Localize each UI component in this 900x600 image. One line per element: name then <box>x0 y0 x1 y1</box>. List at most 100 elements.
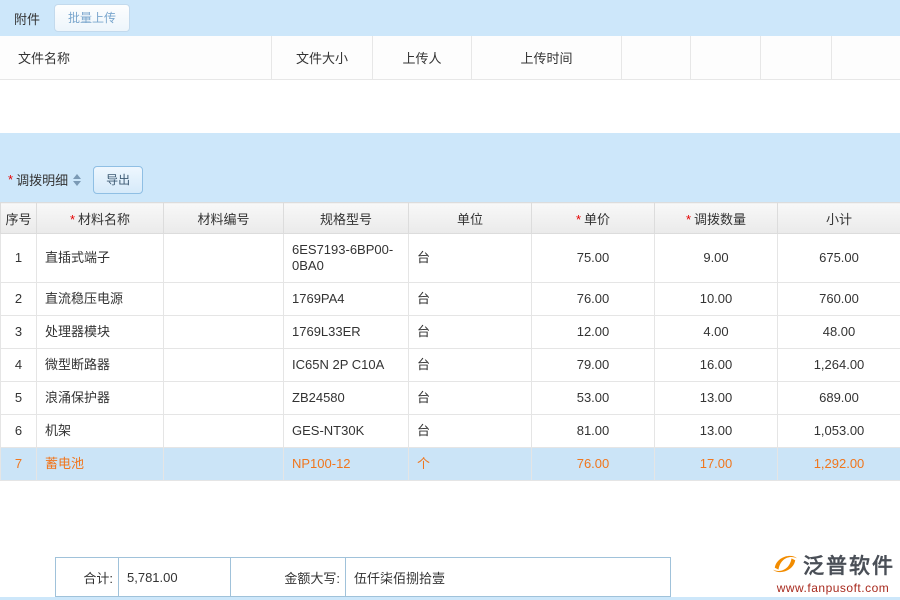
detail-toolbar: * 调拨明细 导出 <box>0 157 900 202</box>
summary-box: 合计: 5,781.00 金额大写: 伍仟柒佰捌拾壹 <box>55 557 671 597</box>
table-row[interactable]: 5浪涌保护器 ZB24580台53.0013.00689.00 <box>1 382 900 415</box>
table-row[interactable]: 4微型断路器IC65N 2P C10A台79.0016.001,264.00 <box>1 349 900 382</box>
cell-no: 4 <box>1 349 37 382</box>
attachments-table: 文件名称文件大小上传人上传时间 <box>0 36 900 133</box>
cell-spec: 1769PA4 <box>284 283 409 316</box>
detail-section-title: 调拨明细 <box>16 170 68 189</box>
cell-price: 76.00 <box>532 283 655 316</box>
required-mark: * <box>8 172 13 187</box>
total-label: 合计: <box>56 558 118 596</box>
cell-code <box>164 415 284 448</box>
cell-price: 81.00 <box>532 415 655 448</box>
required-mark: * <box>686 212 691 227</box>
brand-watermark: 泛普软件 www.fanpusoft.com <box>771 550 895 595</box>
cell-spec: 6ES7193-6BP00-0BA0 <box>284 234 409 283</box>
cell-price: 76.00 <box>532 448 655 481</box>
cell-spec: IC65N 2P C10A <box>284 349 409 382</box>
cell-no: 6 <box>1 415 37 448</box>
cell-price: 79.00 <box>532 349 655 382</box>
cell-code <box>164 283 284 316</box>
cell-price: 12.00 <box>532 316 655 349</box>
column-header: 规格型号 <box>284 203 409 234</box>
cell-name: 微型断路器 <box>37 349 164 382</box>
cell-qty: 9.00 <box>655 234 778 283</box>
column-header: *单价 <box>532 203 655 234</box>
cell-unit: 台 <box>409 349 532 382</box>
brand-name: 泛普软件 <box>803 550 895 580</box>
cell-name: 直流稳压电源 <box>37 283 164 316</box>
required-mark: * <box>70 212 75 227</box>
cell-name: 处理器模块 <box>37 316 164 349</box>
table-row[interactable]: 7蓄电池NP100-12个76.0017.001,292.00 <box>1 448 900 481</box>
cell-subtotal: 1,053.00 <box>778 415 900 448</box>
cell-name: 蓄电池 <box>37 448 164 481</box>
cell-code <box>164 316 284 349</box>
column-header: 材料编号 <box>164 203 284 234</box>
cell-qty: 4.00 <box>655 316 778 349</box>
table-row[interactable]: 1直插式端子 6ES7193-6BP00-0BA0台75.009.00675.00 <box>1 234 900 283</box>
cell-qty: 10.00 <box>655 283 778 316</box>
cell-unit: 台 <box>409 283 532 316</box>
table-row[interactable]: 6机架 GES-NT30K台81.0013.001,053.00 <box>1 415 900 448</box>
cell-qty: 17.00 <box>655 448 778 481</box>
cell-no: 3 <box>1 316 37 349</box>
cell-price: 75.00 <box>532 234 655 283</box>
table-row[interactable]: 3处理器模块 1769L33ER台12.004.0048.00 <box>1 316 900 349</box>
cell-subtotal: 760.00 <box>778 283 900 316</box>
cell-subtotal: 689.00 <box>778 382 900 415</box>
cell-price: 53.00 <box>532 382 655 415</box>
attachments-toolbar: 附件 批量上传 <box>0 0 900 36</box>
cell-qty: 16.00 <box>655 349 778 382</box>
cell-spec: ZB24580 <box>284 382 409 415</box>
cell-unit: 台 <box>409 316 532 349</box>
amount-words-value: 伍仟柒佰捌拾壹 <box>345 558 670 596</box>
detail-table-body: 1直插式端子6ES7193-6BP00-0BA0台75.009.00675.00… <box>1 234 900 481</box>
column-header: 序号 <box>1 203 37 234</box>
cell-qty: 13.00 <box>655 415 778 448</box>
column-header: *调拨数量 <box>655 203 778 234</box>
required-mark: * <box>576 212 581 227</box>
brand-url: www.fanpusoft.com <box>771 581 895 595</box>
cell-qty: 13.00 <box>655 382 778 415</box>
cell-no: 7 <box>1 448 37 481</box>
summary-section: 合计: 5,781.00 金额大写: 伍仟柒佰捌拾壹 泛普软件 www.fanp… <box>0 481 900 597</box>
table-row[interactable]: 2直流稳压电源 1769PA4台76.0010.00760.00 <box>1 283 900 316</box>
attachment-column-header <box>832 36 900 79</box>
attachment-column-header: 上传时间 <box>472 36 622 79</box>
cell-unit: 台 <box>409 234 532 283</box>
amount-words-label: 金额大写: <box>231 558 345 596</box>
attachments-label: 附件 <box>14 9 40 28</box>
attachment-column-header <box>622 36 691 79</box>
sort-arrows-icon[interactable] <box>73 174 81 186</box>
attachment-header-row: 文件名称文件大小上传人上传时间 <box>0 36 900 80</box>
column-header: 单位 <box>409 203 532 234</box>
cell-spec: NP100-12 <box>284 448 409 481</box>
cell-subtotal: 48.00 <box>778 316 900 349</box>
attachment-column-header: 文件名称 <box>0 36 272 79</box>
column-header: *材料名称 <box>37 203 164 234</box>
cell-no: 2 <box>1 283 37 316</box>
cell-subtotal: 675.00 <box>778 234 900 283</box>
cell-no: 1 <box>1 234 37 283</box>
fanpu-logo-icon <box>771 551 799 580</box>
attachment-table-body <box>0 80 900 132</box>
cell-no: 5 <box>1 382 37 415</box>
page: 附件 批量上传 文件名称文件大小上传人上传时间 * 调拨明细 导出 序号*材料名… <box>0 0 900 600</box>
column-header: 小计 <box>778 203 900 234</box>
cell-name: 机架 <box>37 415 164 448</box>
section-spacer <box>0 133 900 157</box>
cell-name: 浪涌保护器 <box>37 382 164 415</box>
cell-spec: GES-NT30K <box>284 415 409 448</box>
cell-subtotal: 1,292.00 <box>778 448 900 481</box>
cell-spec: 1769L33ER <box>284 316 409 349</box>
attachment-column-header <box>691 36 761 79</box>
export-button[interactable]: 导出 <box>93 166 143 194</box>
cell-code <box>164 234 284 283</box>
cell-unit: 台 <box>409 415 532 448</box>
detail-header-row: 序号*材料名称材料编号规格型号单位*单价*调拨数量小计 <box>1 203 900 234</box>
attachment-column-header: 文件大小 <box>272 36 373 79</box>
batch-upload-button[interactable]: 批量上传 <box>54 4 130 32</box>
cell-unit: 台 <box>409 382 532 415</box>
cell-code <box>164 448 284 481</box>
cell-name: 直插式端子 <box>37 234 164 283</box>
